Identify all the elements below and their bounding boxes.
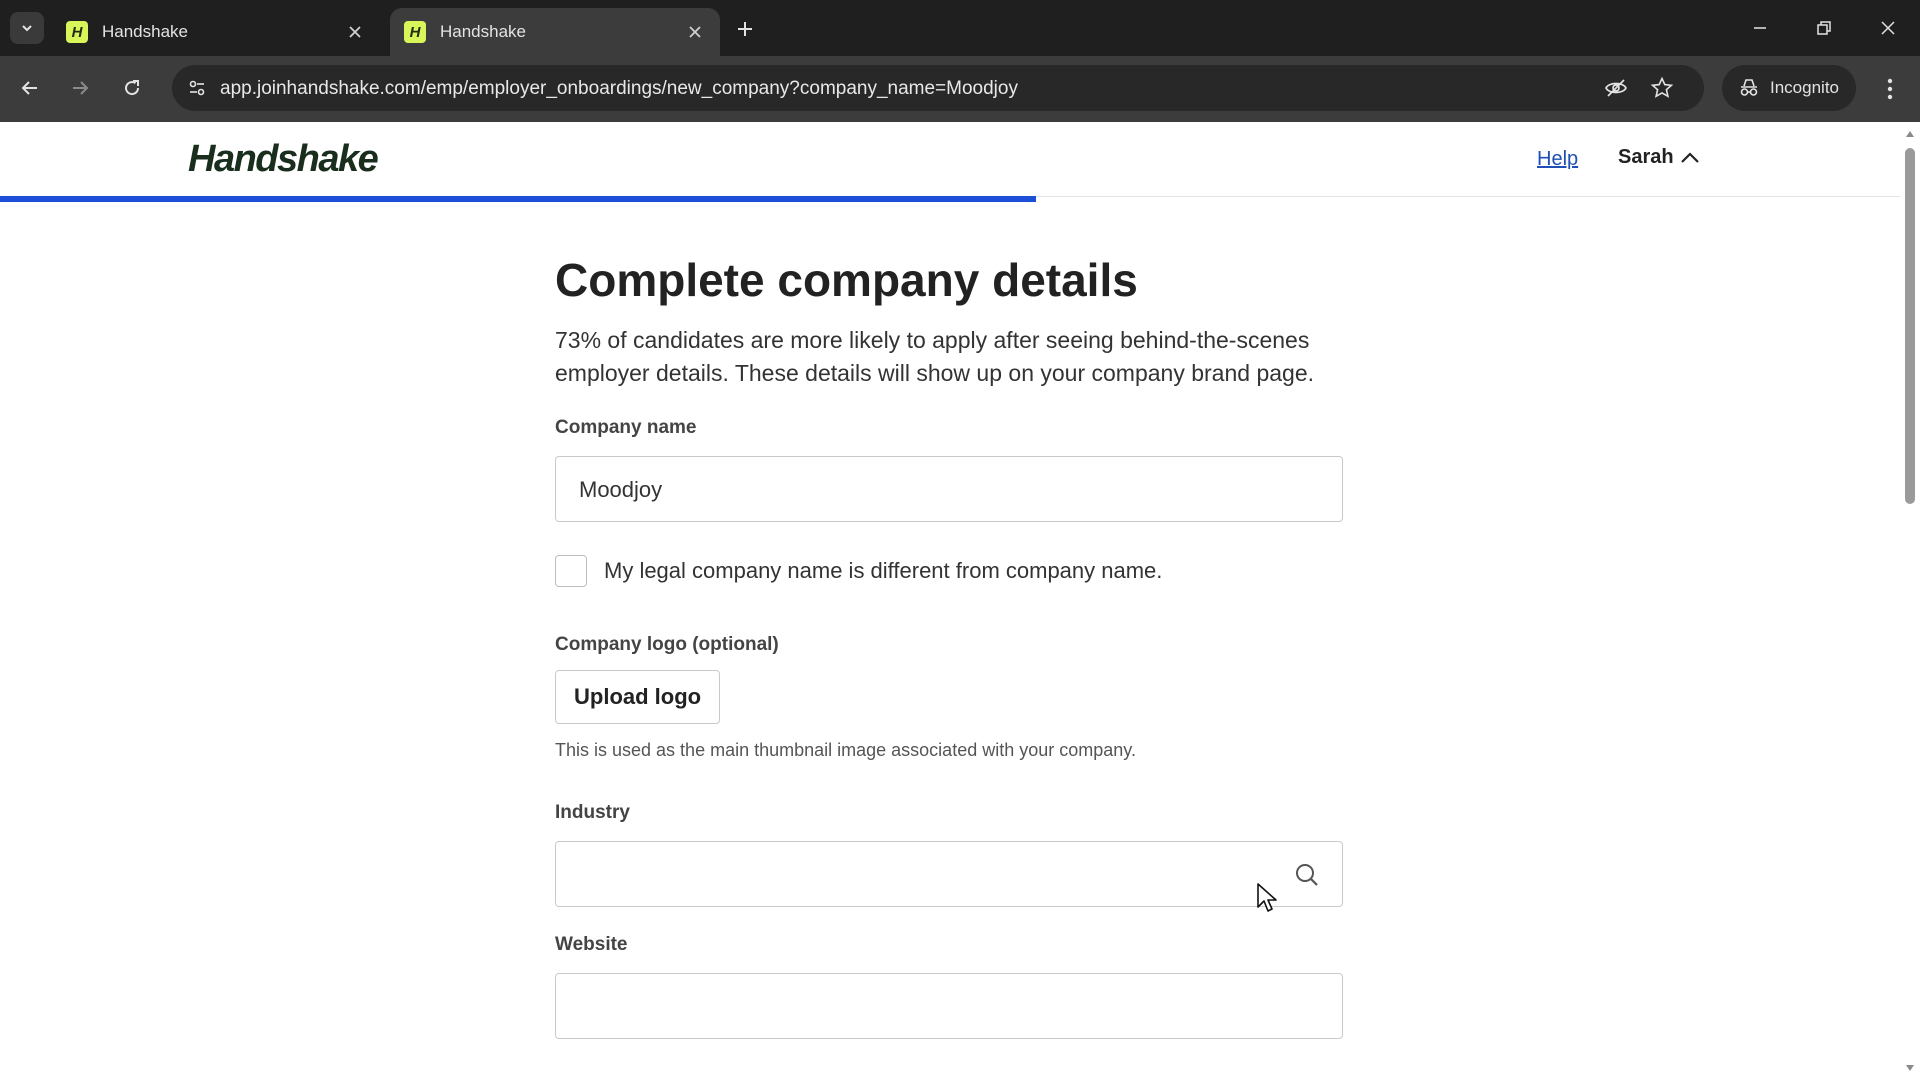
- minimize-icon: [1754, 27, 1766, 29]
- incognito-icon: [1740, 79, 1758, 96]
- url-text[interactable]: app.joinhandshake.com/emp/employer_onboa…: [220, 78, 1018, 100]
- restore-icon: [1817, 21, 1831, 35]
- scroll-thumb[interactable]: [1905, 148, 1915, 504]
- chevron-down-icon: [22, 25, 32, 32]
- user-name: Sarah: [1618, 146, 1674, 168]
- scroll-down-icon[interactable]: [1904, 1062, 1916, 1074]
- legal-name-checkbox-label[interactable]: My legal company name is different from …: [604, 558, 1162, 584]
- handshake-favicon-icon: H: [404, 21, 426, 43]
- industry-label: Industry: [555, 802, 630, 823]
- page-title: Complete company details: [555, 254, 1138, 306]
- help-link[interactable]: Help: [1537, 148, 1578, 171]
- arrow-right-icon: [73, 81, 89, 95]
- minimize-button[interactable]: [1738, 8, 1782, 48]
- chevron-up-icon: [1680, 151, 1699, 163]
- close-window-button[interactable]: [1866, 8, 1910, 48]
- browser-tab-strip: H Handshake H Handshake: [0, 0, 1920, 56]
- page-content: Handshake Help Sarah Complete company de…: [0, 122, 1920, 1080]
- more-vert-icon: [1887, 78, 1893, 100]
- scroll-up-icon[interactable]: [1904, 128, 1916, 140]
- company-logo-label: Company logo (optional): [555, 634, 779, 655]
- new-tab-button[interactable]: [730, 14, 760, 44]
- handshake-favicon-icon: H: [66, 21, 88, 43]
- address-bar[interactable]: app.joinhandshake.com/emp/employer_onboa…: [172, 65, 1704, 111]
- browser-toolbar: app.joinhandshake.com/emp/employer_onboa…: [0, 56, 1920, 122]
- industry-search-input[interactable]: [555, 841, 1343, 907]
- tab-title: Handshake: [440, 22, 527, 41]
- company-name-value: Moodjoy: [579, 477, 663, 502]
- browser-tab-1[interactable]: H Handshake: [52, 8, 380, 56]
- arrow-left-icon: [21, 81, 37, 95]
- upload-logo-button[interactable]: Upload logo: [555, 670, 721, 724]
- onboarding-progress-bar: [0, 196, 1900, 202]
- close-icon: [1881, 21, 1895, 35]
- incognito-indicator[interactable]: Incognito: [1722, 65, 1856, 111]
- user-menu[interactable]: Sarah: [1618, 146, 1700, 169]
- browser-tab-2[interactable]: H Handshake: [390, 8, 720, 56]
- company-name-label: Company name: [555, 417, 697, 438]
- website-input[interactable]: [555, 973, 1343, 1039]
- logo-hint-text: This is used as the main thumbnail image…: [555, 740, 1136, 760]
- search-icon: [1296, 864, 1318, 886]
- plus-icon: [738, 22, 752, 36]
- page-scrollbar[interactable]: [1900, 122, 1920, 1080]
- legal-name-checkbox[interactable]: [555, 555, 587, 587]
- forward-button[interactable]: [62, 70, 98, 106]
- tab-close-icon[interactable]: [684, 21, 706, 43]
- incognito-label: Incognito: [1770, 78, 1839, 97]
- legal-name-checkbox-row[interactable]: My legal company name is different from …: [555, 555, 1345, 587]
- reload-icon: [125, 80, 140, 96]
- industry-input[interactable]: [576, 856, 1280, 894]
- intro-text: 73% of candidates are more likely to app…: [555, 327, 1314, 386]
- site-settings-icon[interactable]: [182, 73, 212, 103]
- browser-menu-button[interactable]: [1874, 71, 1906, 107]
- website-label: Website: [555, 934, 628, 955]
- reload-button[interactable]: [114, 70, 150, 106]
- tab-title: Handshake: [102, 22, 189, 41]
- restore-button[interactable]: [1802, 8, 1846, 48]
- bookmark-star-icon[interactable]: [1648, 74, 1676, 102]
- mouse-cursor-icon: [1257, 883, 1277, 912]
- handshake-logo[interactable]: Handshake: [188, 138, 379, 181]
- back-button[interactable]: [12, 70, 48, 106]
- site-header: Handshake Help Sarah: [0, 122, 1900, 197]
- onboarding-progress-fill: [0, 196, 1036, 202]
- tab-search-button[interactable]: [10, 12, 44, 44]
- eye-off-icon[interactable]: [1602, 74, 1630, 102]
- company-name-input[interactable]: Moodjoy: [555, 456, 1343, 522]
- tab-close-icon[interactable]: [344, 21, 366, 43]
- company-details-form: Complete company details 73% of candidat…: [555, 252, 1345, 1039]
